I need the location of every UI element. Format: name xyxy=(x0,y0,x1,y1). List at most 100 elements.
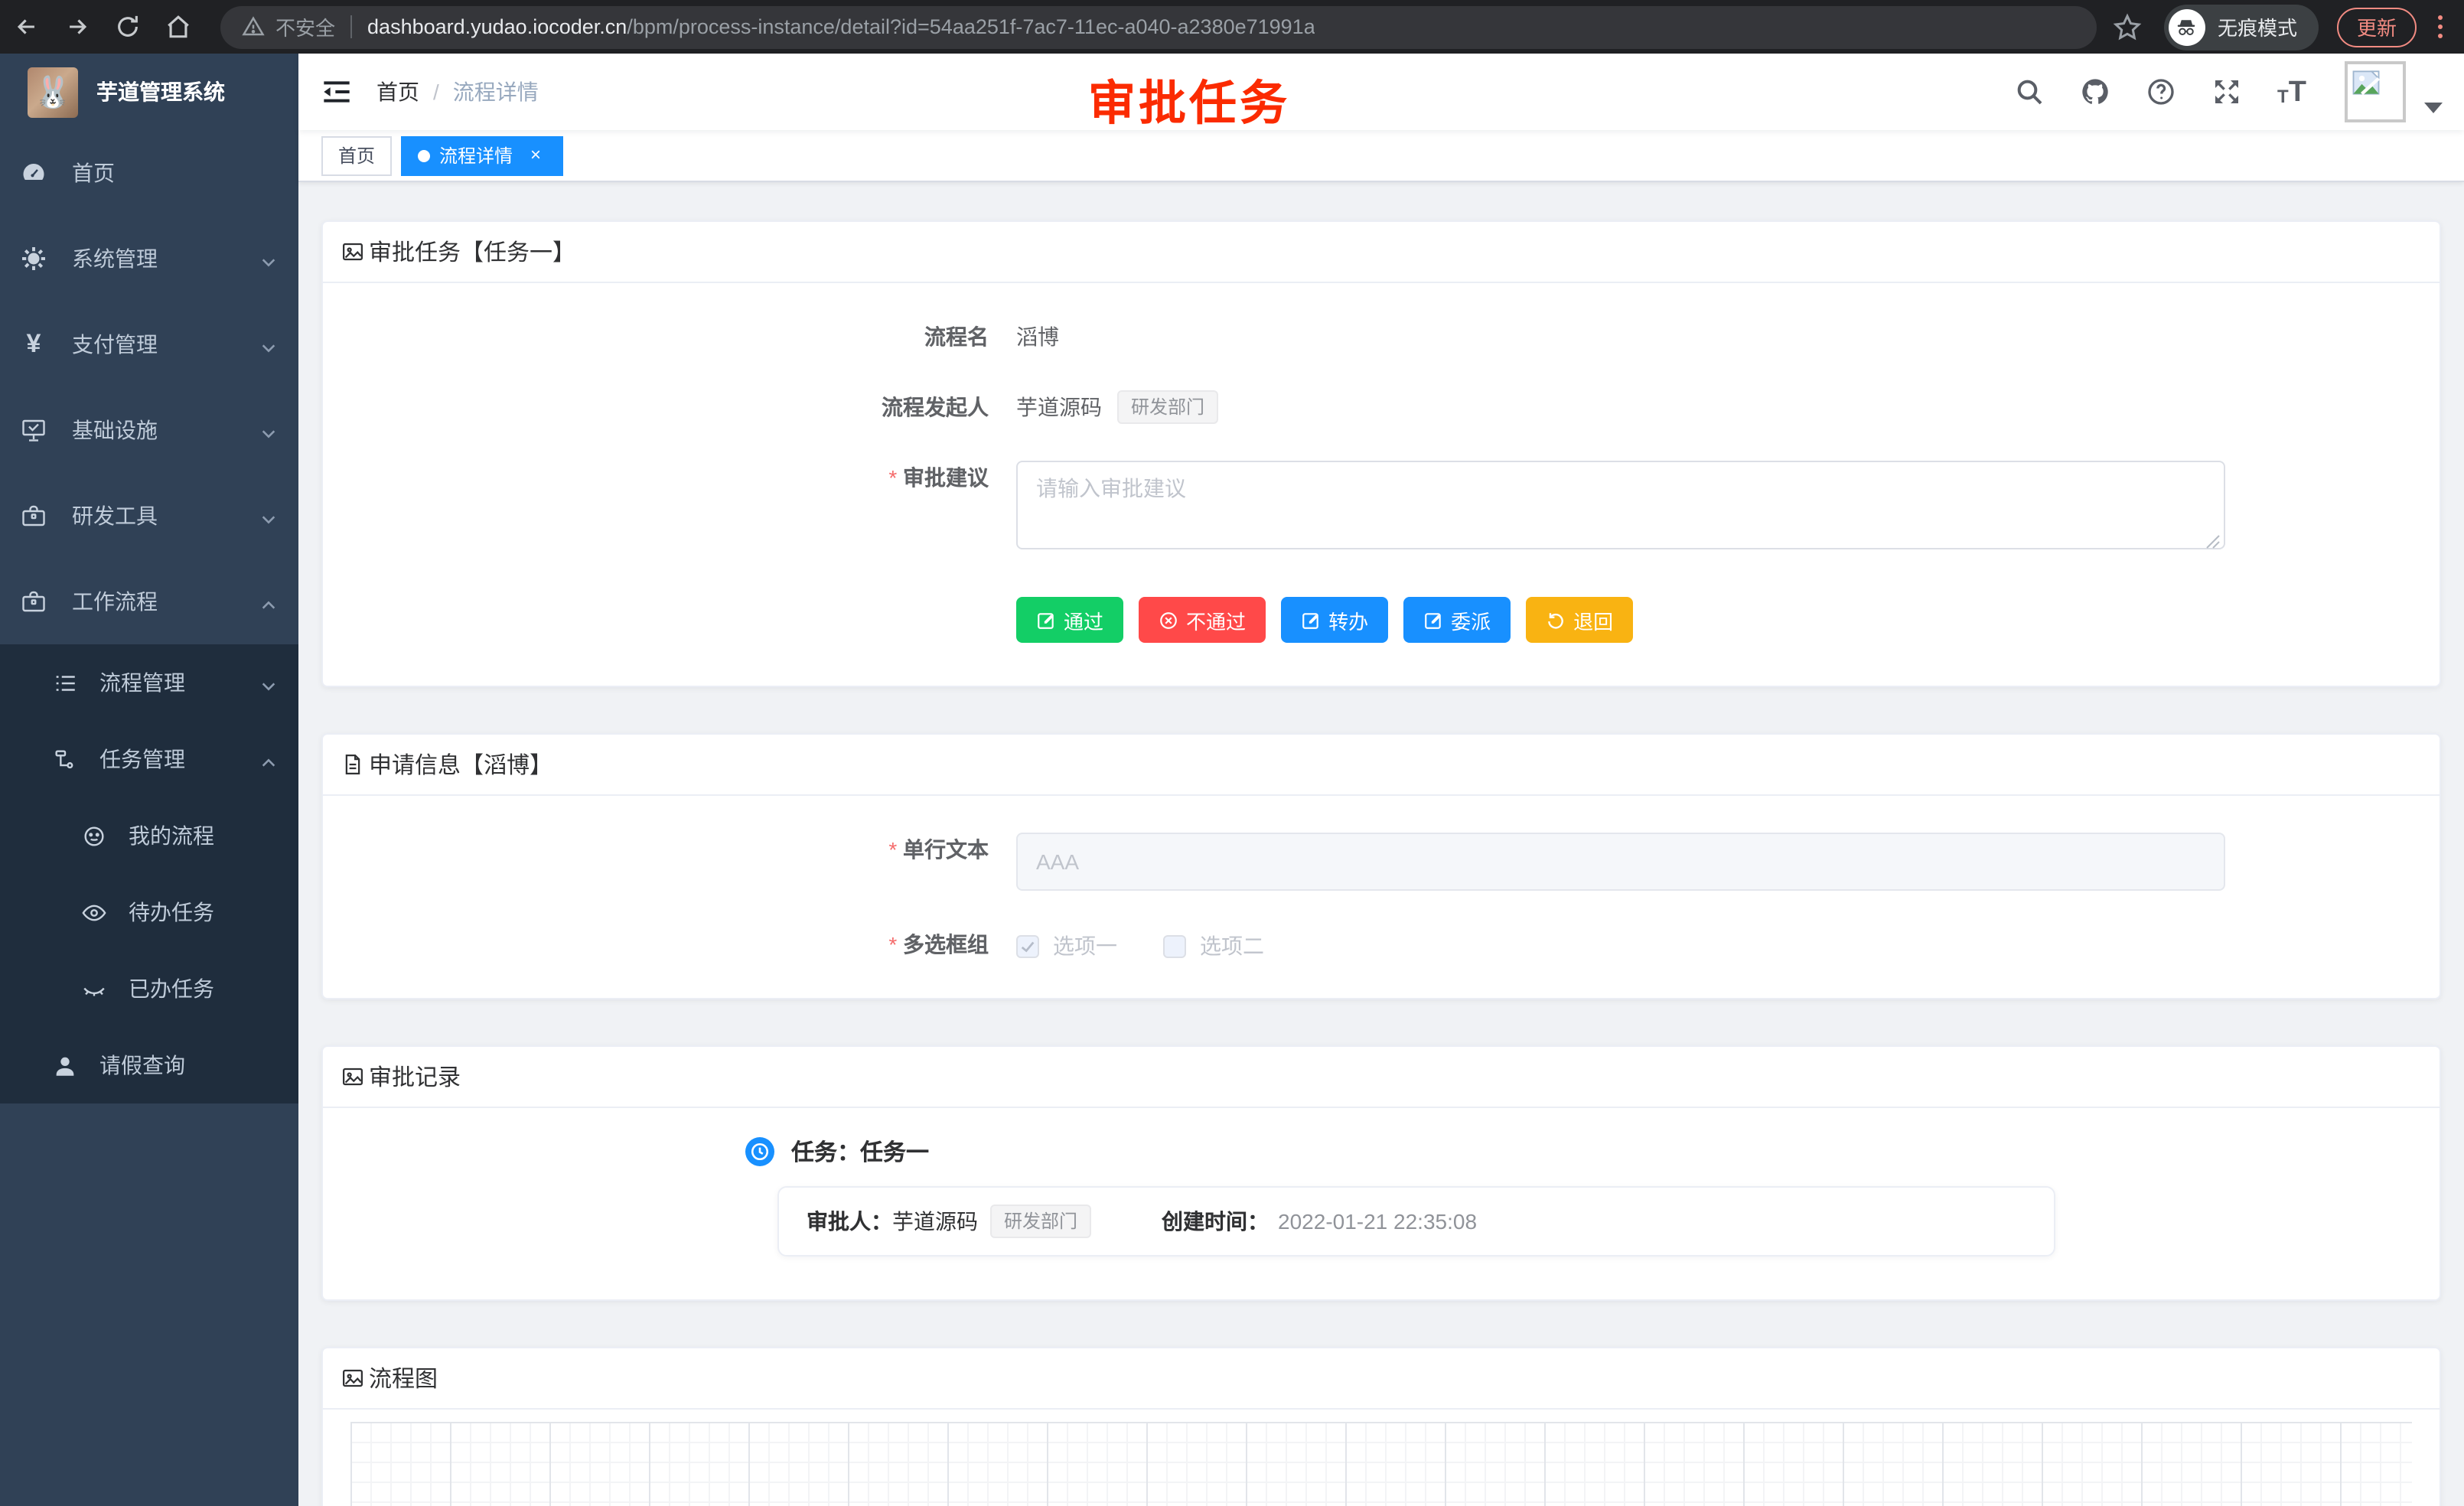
incognito-label: 无痕模式 xyxy=(2218,12,2297,41)
picture-icon xyxy=(341,1065,364,1088)
url-host: dashboard.yudao.iocoder.cn xyxy=(367,15,627,38)
briefcase-icon xyxy=(20,588,47,615)
url-path: /bpm/process-instance/detail?id=54aa251f… xyxy=(627,15,1315,38)
tab-close-icon[interactable]: × xyxy=(525,145,546,166)
task-title: 任务：任务一 xyxy=(791,1136,929,1168)
sidebar-item-label: 基础设施 xyxy=(72,415,158,445)
search-icon[interactable] xyxy=(2014,77,2045,107)
home-icon[interactable] xyxy=(161,10,194,44)
sidebar-item-process-mgmt[interactable]: 流程管理 xyxy=(0,644,298,721)
fullscreen-icon[interactable] xyxy=(2211,77,2242,107)
incognito-badge: 无痕模式 xyxy=(2164,4,2319,50)
process-name-label: 流程名 xyxy=(323,320,1007,352)
browser-menu-icon[interactable] xyxy=(2432,9,2449,44)
created-time-label: 创建时间： xyxy=(1162,1206,1269,1237)
approve-button[interactable]: 通过 xyxy=(1016,597,1123,643)
tab-process-detail[interactable]: 流程详情 × xyxy=(401,135,563,175)
app-title: 芋道管理系统 xyxy=(96,77,225,107)
resize-grip-icon[interactable] xyxy=(2205,534,2221,549)
sidebar-item-label: 我的流程 xyxy=(129,820,214,851)
face-icon xyxy=(81,823,107,849)
sidebar-item-label: 请假查询 xyxy=(99,1050,185,1081)
insecure-label[interactable]: 不安全 xyxy=(275,12,335,41)
chevron-down-icon xyxy=(260,674,277,691)
bpmn-diagram-canvas[interactable] xyxy=(350,1422,2412,1506)
sidebar-item-label: 流程管理 xyxy=(99,667,185,698)
chrome-update-button[interactable]: 更新 xyxy=(2337,7,2417,47)
sidebar-item-done-tasks[interactable]: 已办任务 xyxy=(0,950,298,1027)
main-area: 首页 / 流程详情 审批任务 TT 首页 xyxy=(298,54,2464,1506)
active-tab-dot xyxy=(418,149,430,161)
approval-timeline: 任务：任务一 审批人： 芋道源码 研发部门 创建时间： 2022-01-21 2… xyxy=(745,1136,2440,1257)
breadcrumb-home[interactable]: 首页 xyxy=(376,77,419,107)
user-icon xyxy=(52,1052,78,1078)
reject-button[interactable]: 不通过 xyxy=(1139,597,1266,643)
checkbox-option1-label: 选项一 xyxy=(1053,931,1117,961)
initiator-value: 芋道源码 研发部门 xyxy=(1016,390,1218,424)
breadcrumb-current: 流程详情 xyxy=(453,77,539,107)
suggest-label: 审批建议 xyxy=(323,461,1007,493)
checkbox-group: 选项一 选项二 xyxy=(1016,927,1264,961)
logo-rabbit-image: 🐰 xyxy=(28,67,78,117)
tags-view: 首页 流程详情 × xyxy=(298,130,2464,182)
suggest-textarea[interactable] xyxy=(1016,461,2225,549)
card-title: 申请信息【滔博】 xyxy=(369,748,552,781)
back-icon[interactable] xyxy=(9,10,43,44)
gear-icon xyxy=(20,245,47,272)
sidebar-item-leave-query[interactable]: 请假查询 xyxy=(0,1027,298,1103)
sidebar-collapse-icon[interactable] xyxy=(321,77,352,107)
url-text[interactable]: dashboard.yudao.iocoder.cn/bpm/process-i… xyxy=(367,15,1315,38)
incognito-icon xyxy=(2169,8,2205,45)
sidebar-item-system[interactable]: 系统管理 xyxy=(0,216,298,302)
url-separator xyxy=(350,15,352,38)
sidebar-item-payment[interactable]: ¥ 支付管理 xyxy=(0,302,298,387)
bookmark-star-icon[interactable] xyxy=(2112,11,2143,42)
avatar-caret-icon[interactable] xyxy=(2424,102,2443,112)
reload-icon[interactable] xyxy=(110,10,144,44)
sidebar-item-todo-tasks[interactable]: 待办任务 xyxy=(0,874,298,950)
chevron-down-icon xyxy=(260,422,277,438)
sidebar-item-workflow[interactable]: 工作流程 xyxy=(0,559,298,644)
address-bar[interactable]: 不安全 dashboard.yudao.iocoder.cn/bpm/proce… xyxy=(220,5,2097,48)
breadcrumb: 首页 / 流程详情 xyxy=(376,77,539,107)
sidebar-item-label: 系统管理 xyxy=(72,243,158,274)
briefcase-icon xyxy=(20,502,47,530)
yen-icon: ¥ xyxy=(20,331,47,358)
single-text-input xyxy=(1016,833,2225,891)
insecure-warning-icon[interactable] xyxy=(242,15,265,38)
forward-icon[interactable] xyxy=(60,10,93,44)
sidebar-item-home[interactable]: 首页 xyxy=(0,130,298,216)
card-header: 审批任务【任务一】 xyxy=(323,222,2440,283)
breadcrumb-separator: / xyxy=(433,80,439,104)
sidebar-item-my-process[interactable]: 我的流程 xyxy=(0,797,298,874)
checkbox-group-label: 多选框组 xyxy=(323,927,1007,960)
list-tree-icon xyxy=(52,670,78,696)
font-size-icon[interactable]: TT xyxy=(2277,77,2314,106)
sidebar-logo[interactable]: 🐰 芋道管理系统 xyxy=(0,54,298,130)
sidebar-item-label: 支付管理 xyxy=(72,329,158,360)
delegate-button[interactable]: 委派 xyxy=(1403,597,1511,643)
sidebar-item-label: 已办任务 xyxy=(129,973,214,1004)
sidebar-item-task-mgmt[interactable]: 任务管理 xyxy=(0,721,298,797)
chevron-up-icon xyxy=(260,751,277,768)
transfer-button[interactable]: 转办 xyxy=(1281,597,1388,643)
sidebar-item-infra[interactable]: 基础设施 xyxy=(0,387,298,473)
help-icon[interactable] xyxy=(2146,77,2176,107)
checkbox-unchecked-icon xyxy=(1163,934,1186,957)
monitor-icon xyxy=(20,416,47,444)
return-button[interactable]: 退回 xyxy=(1526,597,1633,643)
sidebar-item-devtools[interactable]: 研发工具 xyxy=(0,473,298,559)
github-icon[interactable] xyxy=(2080,77,2110,107)
approval-actions: 通过 不通过 转办 委 xyxy=(1016,594,2440,643)
sidebar-item-label: 首页 xyxy=(72,158,115,188)
approval-task-card: 审批任务【任务一】 流程名 滔博 流程发起人 芋道源码 研发部门 xyxy=(321,220,2441,687)
picture-icon xyxy=(341,240,364,263)
dept-tag: 研发部门 xyxy=(990,1204,1091,1238)
dashboard-icon xyxy=(20,159,47,187)
suggest-row: 审批建议 xyxy=(323,461,2440,557)
tab-home[interactable]: 首页 xyxy=(321,135,392,175)
process-diagram-card: 流程图 xyxy=(321,1347,2441,1506)
avatar[interactable] xyxy=(2345,61,2406,122)
card-title: 审批任务【任务一】 xyxy=(369,236,575,268)
page-content: 审批任务【任务一】 流程名 滔博 流程发起人 芋道源码 研发部门 xyxy=(298,182,2464,1506)
